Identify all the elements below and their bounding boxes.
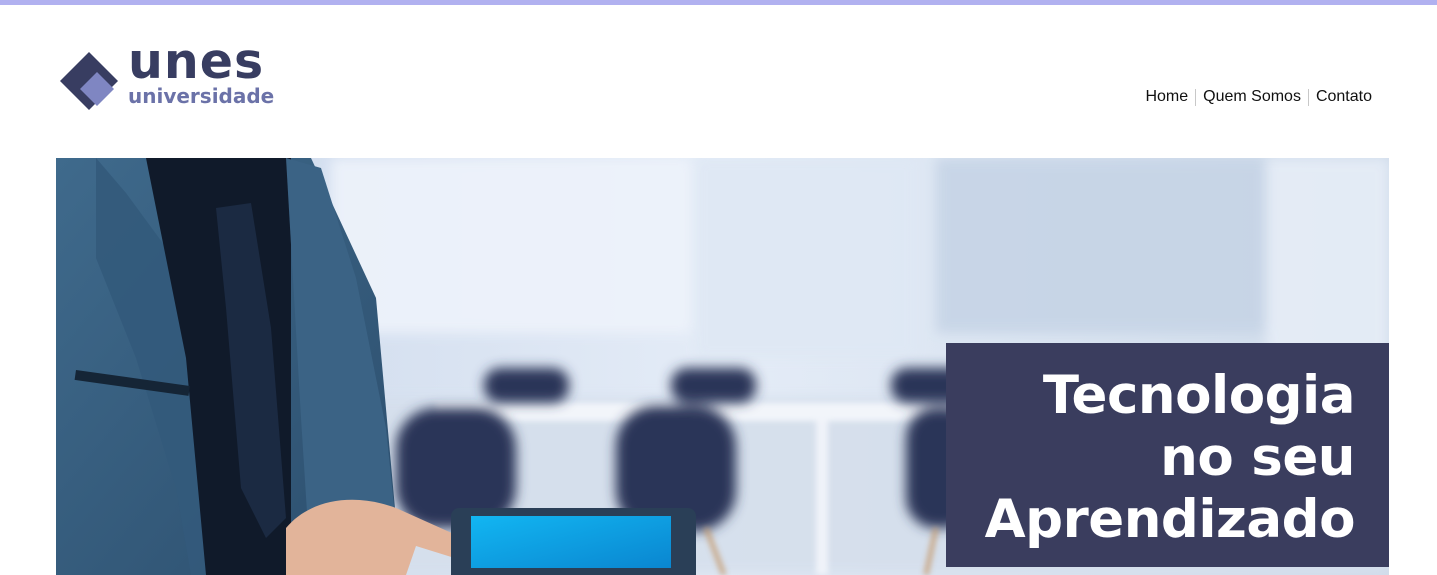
headline-line-3: Aprendizado xyxy=(984,489,1356,550)
headline-line-1: Tecnologia xyxy=(1042,365,1356,426)
logo-diamond-icon xyxy=(60,52,118,110)
site-header: unes universidade Home Quem Somos Contat… xyxy=(0,5,1437,158)
headline-line-2: no seu xyxy=(1160,427,1355,488)
site-logo[interactable]: unes universidade xyxy=(60,37,280,111)
nav-home-link[interactable]: Home xyxy=(1138,88,1195,106)
nav-quem-somos-link[interactable]: Quem Somos xyxy=(1196,88,1308,106)
logo-tagline: universidade xyxy=(128,84,275,108)
logo-wordmark: unes xyxy=(128,33,265,90)
nav-contato-link[interactable]: Contato xyxy=(1309,88,1372,106)
headline-box: Tecnologia no seu Aprendizado xyxy=(946,343,1389,567)
main-nav: Home Quem Somos Contato xyxy=(1138,88,1372,106)
hero-banner: Tecnologia no seu Aprendizado xyxy=(56,158,1389,575)
